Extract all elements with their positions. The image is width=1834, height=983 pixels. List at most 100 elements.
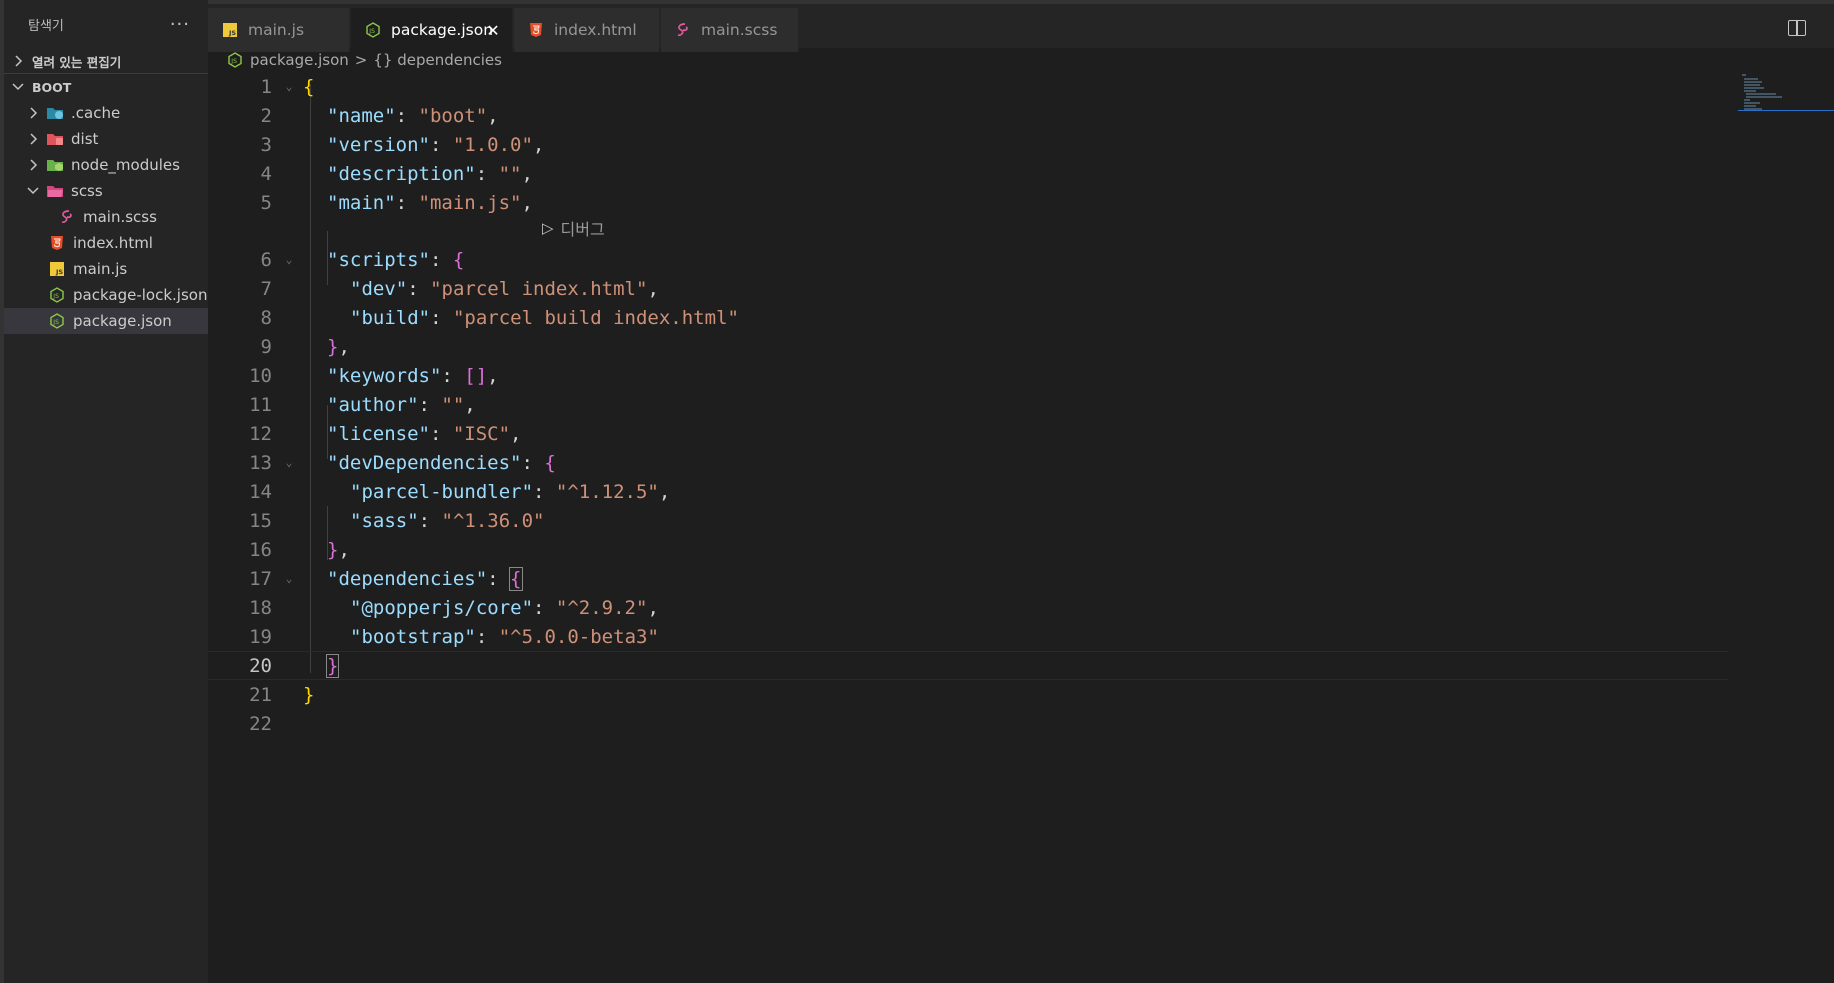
line-number: 9 [260,335,272,358]
code-editor[interactable]: 1 ⌄ { 2 "name": "boot", 3 "version": "1.… [208,72,1834,983]
project-label: BOOT [32,79,72,95]
minimap-slider[interactable] [1738,110,1834,111]
tree-item-label: .cache [71,104,121,122]
tree-item-cache[interactable]: .cache [4,100,208,126]
tab-label: package.json [391,21,494,39]
line-number: 14 [249,480,272,503]
svg-text:JS: JS [52,319,59,326]
close-icon[interactable]: ✕ [484,21,502,40]
more-actions-icon[interactable]: ··· [170,14,190,35]
chevron-down-icon [26,186,40,196]
code-line: 19 "bootstrap": "^5.0.0-beta3" [208,622,1728,651]
tab-label: main.js [248,21,305,39]
explorer-sidebar: 탐색기 ··· 열려 있는 편집기 BOOT .cache dist node_… [0,0,208,983]
tree-item-label: dist [71,130,99,148]
svg-text:JS: JS [228,29,236,37]
code-line: 9 }, [208,332,1728,361]
code-line: 8 "build": "parcel build index.html" [208,303,1728,332]
tab-label: main.scss [701,21,778,39]
tree-item-index-html[interactable]: index.html [4,230,208,256]
chevron-right-icon [26,133,40,145]
fold-chevron-icon[interactable]: ⌄ [282,572,296,585]
folder-node-icon [46,157,64,173]
tab-package-json[interactable]: JS package.json ✕ [351,8,513,52]
breadcrumb-symbol[interactable]: {} dependencies [373,51,502,69]
line-number: 11 [249,393,272,416]
line-number: 1 [260,75,272,98]
tree-item-dist[interactable]: dist [4,126,208,152]
code-line: 15 "sass": "^1.36.0" [208,506,1728,535]
line-number: 2 [260,104,272,127]
explorer-header: 탐색기 ··· [4,0,208,48]
tree-item-main-scss[interactable]: main.scss [4,204,208,230]
folder-sass-icon [46,183,64,199]
chevron-down-icon [10,82,26,92]
tree-item-package-json[interactable]: JS package.json [4,308,208,334]
html-file-icon [48,235,66,251]
tree-item-node-modules[interactable]: node_modules [4,152,208,178]
line-number: 22 [249,712,272,735]
project-section[interactable]: BOOT [4,74,208,100]
chevron-right-icon [26,107,40,119]
tab-label: index.html [554,21,637,39]
code-line: 16 }, [208,535,1728,564]
line-number: 19 [249,625,272,648]
breadcrumb-separator: > [354,51,368,69]
breadcrumb-file[interactable]: package.json [250,51,349,69]
code-line: 3 "version": "1.0.0", [208,130,1728,159]
code-line: 21 } [208,680,1728,709]
fold-chevron-icon[interactable]: ⌄ [282,80,296,93]
split-editor-icon[interactable] [1788,20,1806,36]
open-editors-section[interactable]: 열려 있는 편집기 [4,48,208,74]
tab-index-html[interactable]: index.html [514,8,660,52]
sass-file-icon [58,209,76,225]
code-line: 6 ⌄ "scripts": { [208,245,1728,274]
fold-chevron-icon[interactable]: ⌄ [282,253,296,266]
code-line: 18 "@popperjs/core": "^2.9.2", [208,593,1728,622]
line-number: 18 [249,596,272,619]
tree-item-label: index.html [73,234,153,252]
line-number: 15 [249,509,272,532]
breadcrumb: JS package.json > {} dependencies [228,48,502,72]
tree-item-label: main.scss [83,208,157,226]
line-number: 13 [249,451,272,474]
code-line-current: 20 } [208,651,1728,680]
node-file-icon: JS [48,313,66,329]
tree-item-main-js[interactable]: JS main.js [4,256,208,282]
fold-chevron-icon[interactable]: ⌄ [282,456,296,469]
tree-item-scss[interactable]: scss [4,178,208,204]
line-number: 12 [249,422,272,445]
js-file-icon: JS [222,22,238,38]
line-number: 7 [260,277,272,300]
node-file-icon: JS [365,22,381,38]
tree-item-package-lock-json[interactable]: JS package-lock.json [4,282,208,308]
tab-main-js[interactable]: JS main.js [208,8,350,52]
code-line: 22 [208,709,1728,738]
svg-text:JS: JS [52,293,59,300]
tree-item-label: package-lock.json [73,286,208,304]
node-file-icon: JS [228,52,244,68]
line-number: 17 [249,567,272,590]
chevron-right-icon [26,159,40,171]
svg-text:JS: JS [368,28,375,35]
sass-file-icon [675,22,691,38]
code-line: 11 "author": "", [208,390,1728,419]
debug-codelens[interactable]: ▷ 디버그 [542,215,605,241]
code-line: 14 "parcel-bundler": "^1.12.5", [208,477,1728,506]
line-number: 3 [260,133,272,156]
tab-bar: JS main.js JS package.json ✕ index.html … [208,0,1834,52]
html-file-icon [528,22,544,38]
line-number: 8 [260,306,272,329]
line-number: 10 [249,364,272,387]
tab-main-scss[interactable]: main.scss [661,8,799,52]
line-number: 4 [260,162,272,185]
code-line: 4 "description": "", [208,159,1728,188]
code-line: 1 ⌄ { [208,72,1728,101]
code-line: 2 "name": "boot", [208,101,1728,130]
debug-codelens-label: 디버그 [560,220,605,239]
svg-text:JS: JS [55,268,63,276]
minimap[interactable] [1738,72,1834,132]
chevron-right-icon [10,55,26,67]
play-icon: ▷ [542,219,554,237]
code-line: 10 "keywords": [], [208,361,1728,390]
